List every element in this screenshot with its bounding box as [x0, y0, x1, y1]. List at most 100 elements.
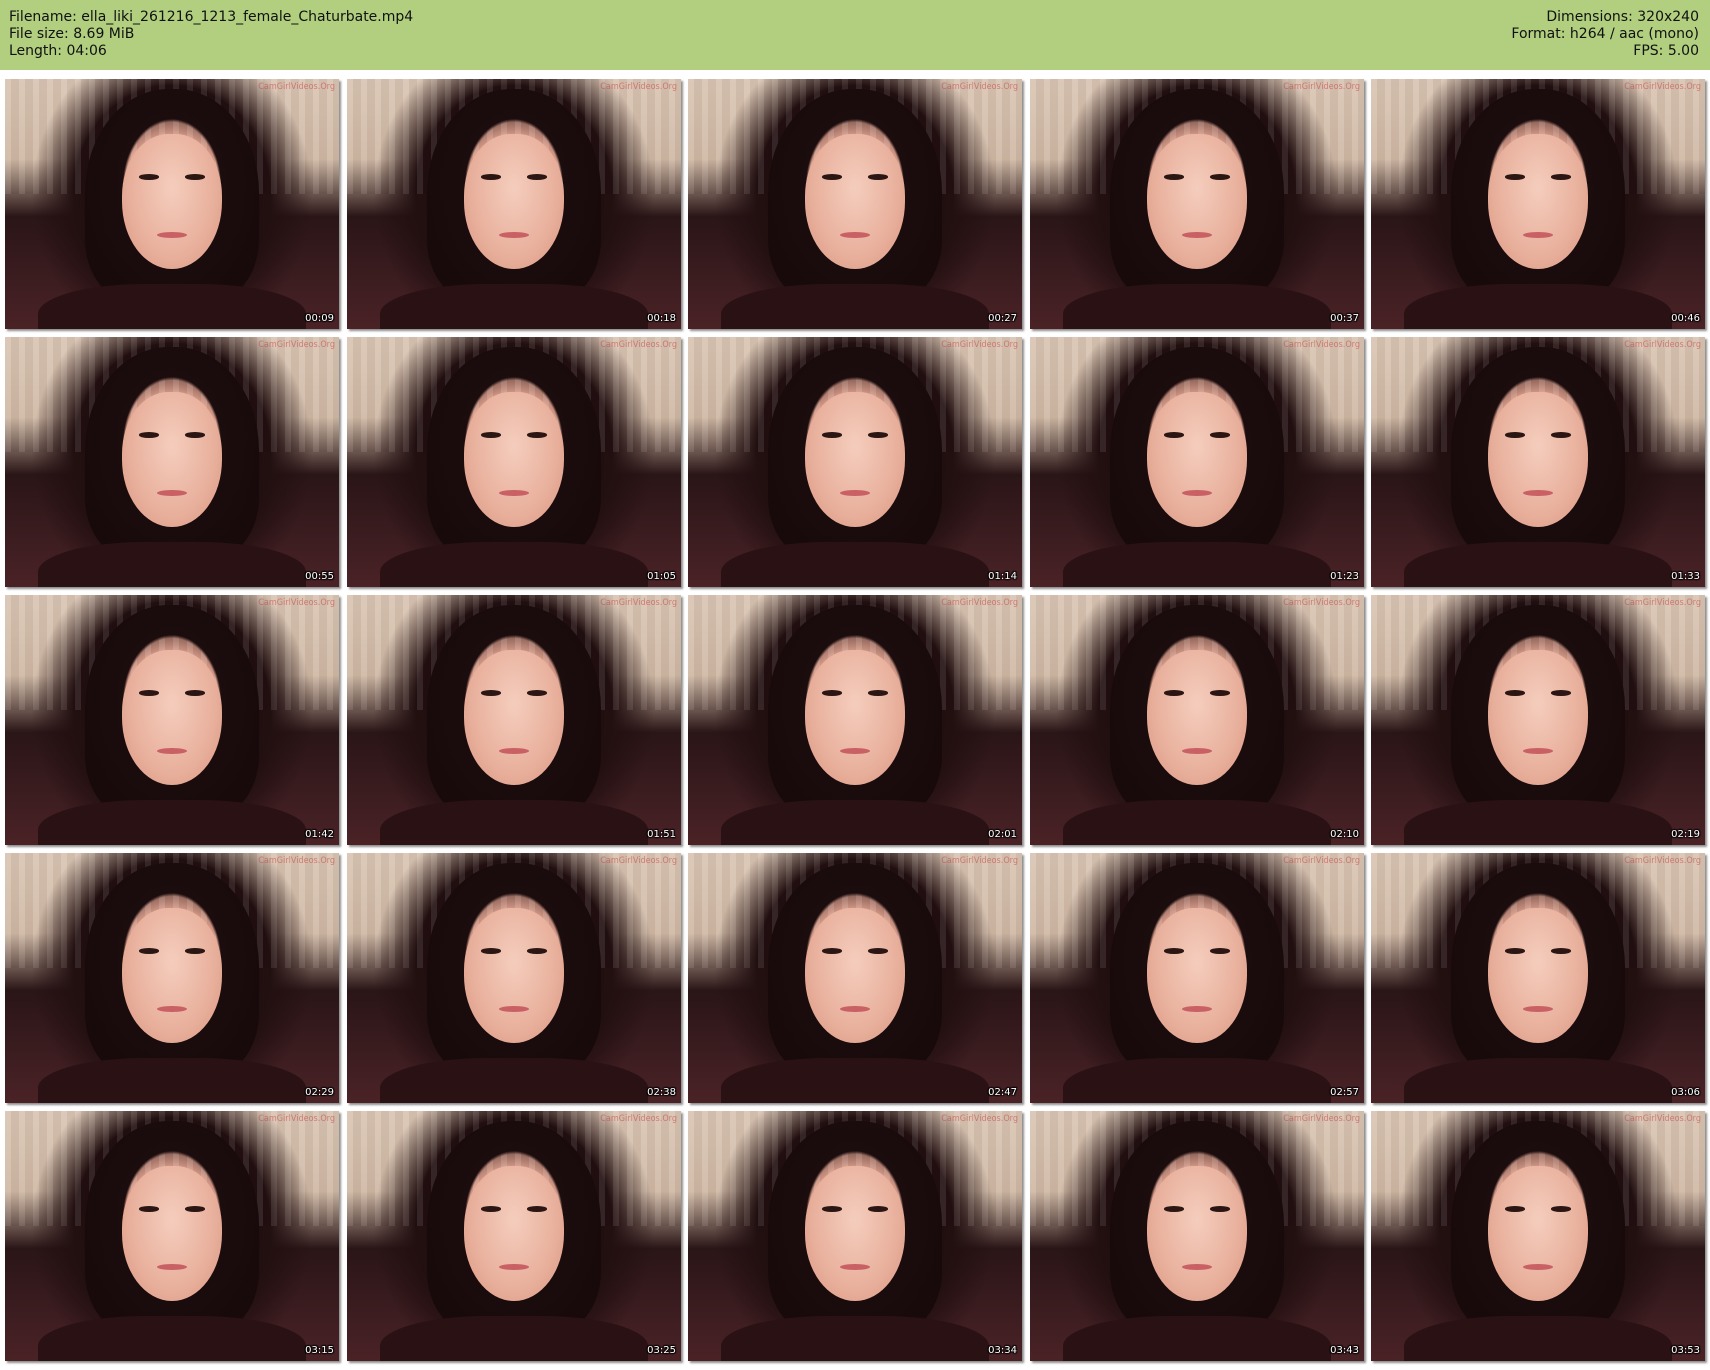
mouth-shape [1522, 747, 1554, 754]
video-thumbnail: CamGirlVideos.Org 01:42 [5, 595, 339, 845]
mouth-shape [156, 1263, 188, 1270]
thumbnail-timestamp: 01:33 [1671, 571, 1700, 582]
thumbnail-timestamp: 01:51 [647, 829, 676, 840]
mouth-shape [156, 489, 188, 496]
right-eye [1551, 174, 1572, 180]
face-shape [121, 1166, 223, 1301]
watermark-text: CamGirlVideos.Org [1283, 340, 1360, 350]
shirt-shape [38, 1316, 306, 1361]
video-thumbnail: CamGirlVideos.Org 01:33 [1371, 337, 1705, 587]
watermark-text: CamGirlVideos.Org [1624, 340, 1701, 350]
mouth-shape [1181, 1005, 1213, 1012]
watermark-text: CamGirlVideos.Org [1624, 856, 1701, 866]
left-eye [1504, 174, 1525, 180]
watermark-text: CamGirlVideos.Org [600, 82, 677, 92]
face-shape [1487, 134, 1589, 269]
right-eye [185, 174, 206, 180]
mouth-shape [839, 1263, 871, 1270]
right-eye [527, 1206, 548, 1212]
shirt-shape [38, 1058, 306, 1103]
face-shape [1146, 650, 1248, 785]
mouth-shape [498, 747, 530, 754]
right-eye [1551, 690, 1572, 696]
face-shape [1487, 392, 1589, 527]
video-thumbnail: CamGirlVideos.Org 02:47 [688, 853, 1022, 1103]
right-eye [868, 690, 889, 696]
mouth-shape [498, 231, 530, 238]
shirt-shape [38, 800, 306, 845]
thumbnail-timestamp: 00:27 [988, 313, 1017, 324]
mouth-shape [1181, 489, 1213, 496]
shirt-shape [1404, 284, 1672, 329]
face-shape [1487, 908, 1589, 1043]
right-eye [185, 690, 206, 696]
shirt-shape [1063, 1058, 1331, 1103]
left-eye [1163, 1206, 1184, 1212]
shirt-shape [721, 284, 989, 329]
watermark-text: CamGirlVideos.Org [941, 1114, 1018, 1124]
video-thumbnail: CamGirlVideos.Org 03:43 [1030, 1111, 1364, 1361]
left-eye [821, 174, 842, 180]
thumbnail-timestamp: 03:15 [305, 1345, 334, 1356]
thumbnail-timestamp: 03:34 [988, 1345, 1017, 1356]
video-thumbnail: CamGirlVideos.Org 02:19 [1371, 595, 1705, 845]
mouth-shape [156, 747, 188, 754]
watermark-text: CamGirlVideos.Org [600, 598, 677, 608]
video-thumbnail: CamGirlVideos.Org 02:29 [5, 853, 339, 1103]
mouth-shape [498, 1005, 530, 1012]
shirt-shape [1404, 1058, 1672, 1103]
thumbnail-timestamp: 01:23 [1330, 571, 1359, 582]
watermark-text: CamGirlVideos.Org [258, 1114, 335, 1124]
right-eye [868, 432, 889, 438]
shirt-shape [380, 542, 648, 587]
video-thumbnail: CamGirlVideos.Org 01:51 [347, 595, 681, 845]
right-eye [527, 432, 548, 438]
mouth-shape [498, 489, 530, 496]
left-eye [138, 432, 159, 438]
thumbnail-timestamp: 00:55 [305, 571, 334, 582]
left-eye [1163, 174, 1184, 180]
watermark-text: CamGirlVideos.Org [600, 340, 677, 350]
mouth-shape [1181, 231, 1213, 238]
left-eye [821, 1206, 842, 1212]
left-eye [138, 174, 159, 180]
left-eye [821, 948, 842, 954]
video-thumbnail: CamGirlVideos.Org 00:18 [347, 79, 681, 329]
video-thumbnail: CamGirlVideos.Org 02:38 [347, 853, 681, 1103]
left-eye [1504, 690, 1525, 696]
face-shape [463, 650, 565, 785]
thumbnail-grid: CamGirlVideos.Org 00:09 CamGirlVideos.Org 0… [5, 79, 1706, 1365]
mouth-shape [1522, 1263, 1554, 1270]
right-eye [185, 432, 206, 438]
shirt-shape [38, 542, 306, 587]
thumbnail-timestamp: 00:09 [305, 313, 334, 324]
watermark-text: CamGirlVideos.Org [1624, 1114, 1701, 1124]
format-text: Format: h264 / aac (mono) [1511, 26, 1699, 42]
face-shape [804, 1166, 906, 1301]
mouth-shape [1181, 1263, 1213, 1270]
thumbnail-timestamp: 02:01 [988, 829, 1017, 840]
watermark-text: CamGirlVideos.Org [258, 856, 335, 866]
right-eye [527, 948, 548, 954]
mouth-shape [839, 747, 871, 754]
thumbnail-timestamp: 03:53 [1671, 1345, 1700, 1356]
left-eye [138, 690, 159, 696]
thumbnail-timestamp: 02:38 [647, 1087, 676, 1098]
video-thumbnail: CamGirlVideos.Org 01:14 [688, 337, 1022, 587]
shirt-shape [1063, 542, 1331, 587]
right-eye [185, 1206, 206, 1212]
thumbnail-timestamp: 02:29 [305, 1087, 334, 1098]
left-eye [821, 690, 842, 696]
shirt-shape [1404, 800, 1672, 845]
left-eye [138, 1206, 159, 1212]
left-eye [480, 174, 501, 180]
thumbnail-timestamp: 02:10 [1330, 829, 1359, 840]
face-shape [804, 392, 906, 527]
shirt-shape [1404, 542, 1672, 587]
right-eye [868, 948, 889, 954]
shirt-shape [38, 284, 306, 329]
shirt-shape [721, 800, 989, 845]
right-eye [1210, 432, 1231, 438]
thumbnail-timestamp: 02:47 [988, 1087, 1017, 1098]
face-shape [121, 650, 223, 785]
